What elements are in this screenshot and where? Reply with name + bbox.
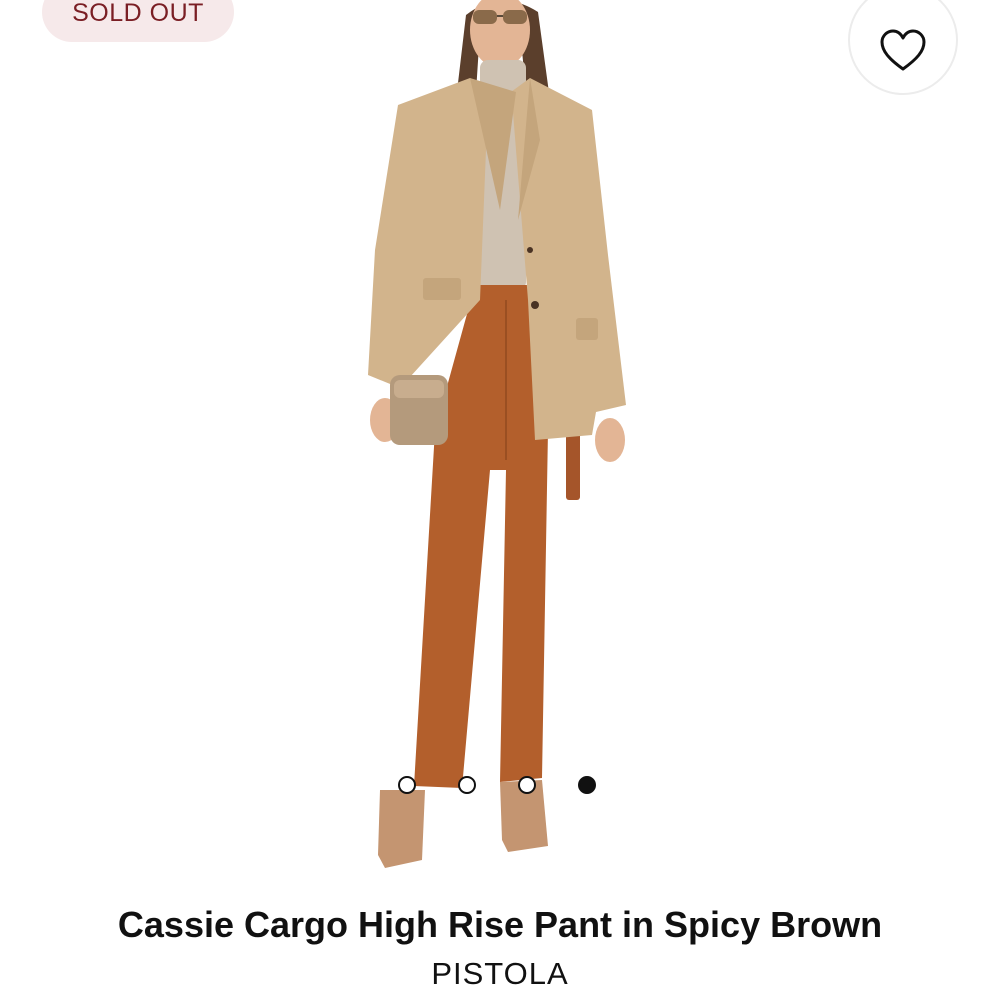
carousel-dot-1[interactable] [398,776,416,794]
model-right-hand [595,418,625,462]
carousel-dot-4[interactable] [578,776,596,794]
carousel-dot-2[interactable] [458,776,476,794]
sold-out-badge: SOLD OUT [42,0,234,42]
brand-name[interactable]: PISTOLA [0,956,1000,992]
product-image[interactable] [330,0,670,890]
sold-out-label: SOLD OUT [72,0,204,27]
product-page: SOLD OUT Cassie Cargo High Rise Pant in … [0,0,1000,1000]
product-title: Cassie Cargo High Rise Pant in Spicy Bro… [117,904,883,945]
model-left-boot [378,790,425,868]
carousel-dot-3[interactable] [518,776,536,794]
carousel-dots [398,776,596,794]
heart-outline-icon [880,29,926,71]
wishlist-button[interactable] [848,0,958,95]
